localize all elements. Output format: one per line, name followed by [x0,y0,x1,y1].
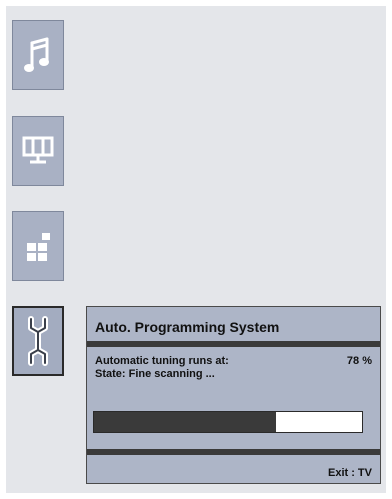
tuning-label: Automatic tuning runs at: [95,355,229,367]
dialog-title: Auto. Programming System [95,319,280,335]
exit-hint[interactable]: Exit : TV [328,467,372,479]
progress-fill [94,412,277,432]
wrench-setup-icon [28,316,48,366]
auto-programming-dialog: Auto. Programming System Automatic tunin… [86,306,381,484]
menu-item-picture[interactable] [12,116,64,186]
music-note-icon [24,37,49,72]
scan-state: State: Fine scanning ... [95,368,215,380]
menu-item-setup[interactable] [12,306,64,376]
title-separator [87,341,380,347]
footer-separator [87,449,380,455]
tuning-progress-bar [93,411,363,433]
picture-screen-icon [22,136,54,164]
tuning-percent: 78 % [346,355,372,367]
channel-blocks-icon [27,233,50,261]
menu-item-sound[interactable] [12,20,64,90]
menu-item-channel[interactable] [12,211,64,281]
tv-menu-screen: Auto. Programming System Automatic tunin… [6,6,386,493]
